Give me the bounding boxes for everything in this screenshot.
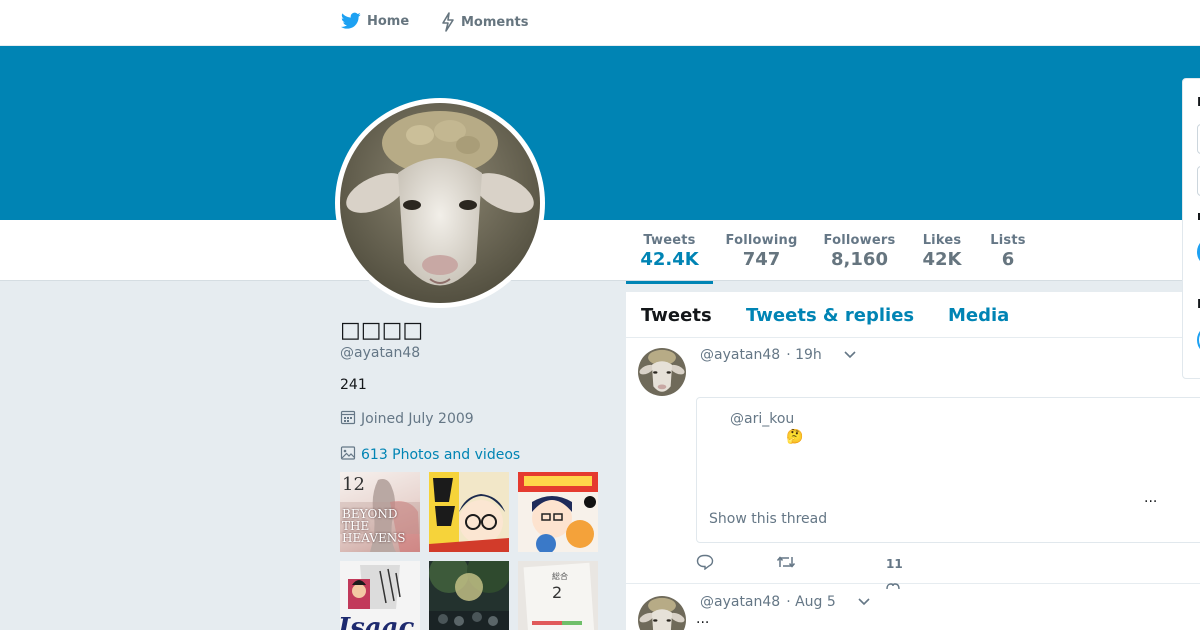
chevron-down-icon[interactable] <box>858 594 870 610</box>
thumb-title: BEYOND THE HEAVENS <box>342 507 406 545</box>
profile-banner <box>0 46 1200 220</box>
tab-tweets-replies[interactable]: Tweets & replies <box>746 305 914 326</box>
timeline-tabs: Tweets Tweets & replies Media <box>626 292 1200 338</box>
media-thumbnails: 12 BEYOND THE HEAVENS Isaac 総合 2 <box>340 472 600 630</box>
reply-icon[interactable] <box>696 554 714 570</box>
bird-icon <box>341 12 361 30</box>
tweet-item[interactable]: @ayatan48 · Aug 5 ... <box>626 584 1200 630</box>
image-icon <box>340 445 356 465</box>
quoted-tweet[interactable]: @ari_kou 🤔 ... Show this thread <box>696 397 1200 543</box>
stat-followers[interactable]: Followers 8,160 <box>822 233 897 270</box>
profile-handle[interactable]: @ayatan48 <box>340 345 420 361</box>
thumb-title: Isaac <box>340 613 415 630</box>
stat-label: Tweets <box>643 233 696 248</box>
tab-media[interactable]: Media <box>948 305 1009 326</box>
stat-value: 42.4K <box>640 249 699 270</box>
stat-value: 42K <box>922 249 962 270</box>
retweet-icon[interactable] <box>776 554 796 570</box>
profile-avatar[interactable] <box>335 98 545 308</box>
tweet-actions <box>696 554 796 570</box>
nav-moments[interactable]: Moments <box>441 12 528 32</box>
quoted-ellipsis: ... <box>1144 490 1158 506</box>
like-count: 11 <box>886 557 903 571</box>
show-thread-link[interactable]: Show this thread <box>709 511 827 527</box>
profile-bio: 241 <box>340 377 367 393</box>
photos-videos-label: 613 Photos and videos <box>361 447 521 463</box>
media-thumbnail[interactable]: 12 BEYOND THE HEAVENS <box>340 472 420 552</box>
tweet-handle[interactable]: @ayatan48 <box>700 347 780 363</box>
media-thumbnail[interactable]: Isaac <box>340 561 420 630</box>
nav-home[interactable]: Home <box>341 12 409 30</box>
stat-label: Following <box>725 233 798 248</box>
top-navigation: Home Moments <box>0 0 1200 46</box>
tweet-handle[interactable]: @ayatan48 <box>700 594 780 610</box>
tab-tweets[interactable]: Tweets <box>641 305 712 326</box>
tweet-timeline: Tweets Tweets & replies Media @ayatan48 … <box>626 292 1200 630</box>
media-thumbnail[interactable] <box>518 472 598 552</box>
thumb-title: 2 <box>552 583 563 602</box>
tweet-time[interactable]: · 19h <box>786 347 822 363</box>
sheep-avatar-image <box>340 103 540 303</box>
stat-label: Likes <box>922 233 962 248</box>
profile-joined: Joined July 2009 <box>340 409 474 429</box>
side-panel-card: I m I <box>1182 78 1200 379</box>
tweet-text: ... <box>696 611 710 627</box>
photos-videos-link[interactable]: 613 Photos and videos <box>340 445 520 465</box>
tweet-avatar[interactable] <box>638 348 686 396</box>
thumb-caption: 12 <box>342 474 365 495</box>
stat-tweets[interactable]: Tweets 42.4K <box>626 233 713 284</box>
calendar-icon <box>340 409 356 429</box>
tweet-header: @ayatan48 · 19h <box>700 347 856 363</box>
home-label: Home <box>367 13 410 29</box>
lightning-icon <box>441 12 455 32</box>
media-thumbnail[interactable]: 総合 2 <box>518 561 598 630</box>
chevron-down-icon[interactable] <box>844 347 856 363</box>
stat-label: Followers <box>823 233 896 248</box>
moments-label: Moments <box>461 14 529 30</box>
tweet-avatar[interactable] <box>638 596 686 630</box>
profile-name: □□□□ <box>340 318 424 343</box>
quoted-handle: @ari_kou <box>730 411 795 427</box>
stat-value: 747 <box>742 249 781 270</box>
tweet-time[interactable]: · Aug 5 <box>786 594 836 610</box>
tweet-header: @ayatan48 · Aug 5 <box>700 594 870 610</box>
stat-label: Lists <box>990 233 1026 248</box>
thinking-face-emoji: 🤔 <box>786 429 804 445</box>
stat-likes[interactable]: Likes 42K <box>918 233 966 270</box>
profile-nav-bar: Tweets 42.4K Following 747 Followers 8,1… <box>0 220 1200 284</box>
media-thumbnail[interactable] <box>429 472 509 552</box>
media-thumbnail[interactable] <box>429 561 509 630</box>
thumb-caption: 総合 <box>552 572 568 581</box>
stat-following[interactable]: Following 747 <box>724 233 799 270</box>
stat-value: 6 <box>1001 249 1015 270</box>
tweet-item[interactable]: @ayatan48 · 19h @ari_kou 🤔 ... Show this… <box>626 338 1200 590</box>
stat-lists[interactable]: Lists 6 <box>988 233 1028 270</box>
stat-value: 8,160 <box>831 249 888 270</box>
joined-text: Joined July 2009 <box>361 411 474 427</box>
